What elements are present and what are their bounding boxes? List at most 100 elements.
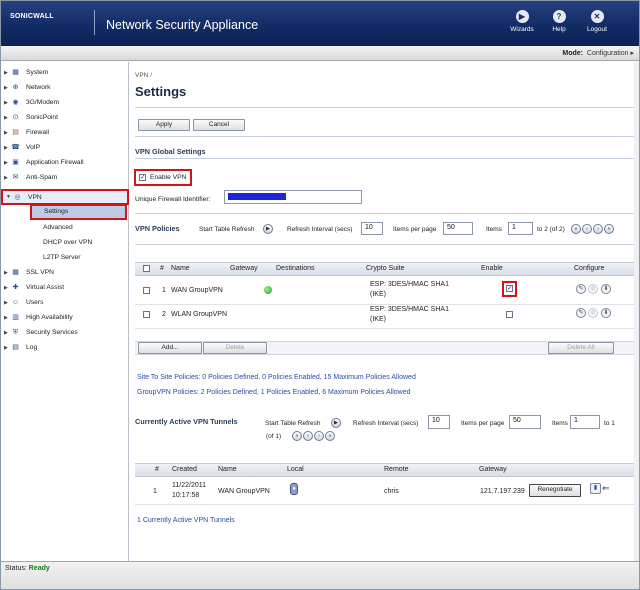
sidebar-item-voip[interactable]: ▶ ☎ VoIP [1, 140, 129, 155]
add-policy-button[interactable]: Add... [138, 342, 202, 354]
refresh-interval-label: Refresh Interval (secs) [353, 420, 419, 427]
enable-vpn-label: Enable VPN [150, 174, 187, 181]
high-availability-icon: ▥ [12, 314, 19, 321]
export-icon[interactable]: ⬇ [601, 284, 611, 294]
edit-icon[interactable]: ✎ [576, 284, 586, 294]
export-icon[interactable]: ⬇ [601, 308, 611, 318]
sidebar-item-log[interactable]: ▶ ▤ Log [1, 340, 129, 355]
policy-enable-checkbox[interactable] [506, 311, 513, 318]
sidebar-item-vpn-advanced[interactable]: Advanced [1, 220, 129, 235]
apply-button[interactable]: Apply [138, 119, 190, 131]
sidebar-item-firewall[interactable]: ▶ ▤ Firewall [1, 125, 129, 140]
select-all-checkbox[interactable] [143, 265, 150, 272]
divider [135, 244, 638, 245]
vertical-scrollbar[interactable] [634, 62, 639, 561]
sidebar-item-network[interactable]: ▶ ⊕ Network [1, 80, 129, 95]
row-divider [135, 304, 638, 305]
tunnel-created-time: 10:17:58 [172, 492, 200, 499]
sidebar-item-ssl-vpn[interactable]: ▶ ▦ SSL VPN [1, 265, 129, 280]
delete-icon[interactable]: ⊘ [588, 284, 598, 294]
prev-page-icon[interactable]: ‹ [582, 224, 592, 234]
lock-icon[interactable]: ● [290, 483, 298, 495]
page-title: Settings [135, 84, 187, 99]
sidebar-item-system[interactable]: ▶ ▦ System [1, 65, 129, 80]
crypto-suite-ike: (IKE) [370, 291, 386, 298]
tunnel-remote: chris [384, 488, 399, 495]
firewall-icon: ▤ [12, 129, 19, 136]
delete-icon[interactable]: ⊘ [588, 308, 598, 318]
sonicwall-logo: SONICWALL [10, 13, 54, 20]
active-tunnels-count: 1 Currently Active VPN Tunnels [137, 517, 235, 524]
next-page-icon[interactable]: › [314, 431, 324, 441]
refresh-interval-field[interactable]: 10 [361, 222, 383, 235]
groupvpn-summary: GroupVPN Policies: 2 Policies Defined, 1… [137, 389, 411, 396]
refresh-play-icon[interactable]: ▶ [263, 224, 273, 234]
refresh-interval-field[interactable]: 10 [428, 415, 450, 429]
page-of-label: (of 1) [266, 433, 282, 440]
col-enable: Enable [481, 265, 503, 272]
tunnel-number: 1 [153, 488, 157, 495]
disconnect-icon[interactable]: ⇐ [602, 483, 614, 494]
items-from-field[interactable]: 1 [508, 222, 533, 235]
logout-button[interactable]: ✕ Logout [582, 10, 612, 33]
sidebar-item-vpn-settings[interactable]: Settings [30, 204, 127, 220]
site-to-site-summary: Site To Site Policies: 0 Policies Define… [137, 374, 416, 381]
items-from-field[interactable]: 1 [570, 415, 600, 429]
items-per-page-field[interactable]: 50 [509, 415, 541, 429]
prev-page-icon[interactable]: ‹ [303, 431, 313, 441]
active-tunnels-heading: Currently Active VPN Tunnels [135, 417, 238, 426]
sidebar-item-anti-spam[interactable]: ▶ ✉ Anti-Spam [1, 170, 129, 185]
mode-bar: Mode: Configuration ▸ [1, 46, 639, 61]
sidebar-item-sonicpoint[interactable]: ▶ ⊙ SonicPoint [1, 110, 129, 125]
edit-icon[interactable]: ✎ [576, 308, 586, 318]
start-table-refresh-label: Start Table Refresh [199, 226, 255, 233]
sidebar-item-virtual-assist[interactable]: ▶ ✚ Virtual Assist [1, 280, 129, 295]
sidebar-item-users[interactable]: ▶ ☺ Users [1, 295, 129, 310]
first-page-icon[interactable]: « [571, 224, 581, 234]
items-per-page-field[interactable]: 50 [443, 222, 473, 235]
refresh-play-icon[interactable]: ▶ [331, 418, 341, 428]
col-crypto-suite: Crypto Suite [366, 265, 405, 272]
redacted-value [228, 193, 286, 200]
next-page-icon[interactable]: › [593, 224, 603, 234]
help-button[interactable]: ? Help [544, 10, 574, 33]
divider [135, 158, 638, 159]
unique-firewall-id-field[interactable] [224, 190, 362, 204]
top-header: SONICWALL Network Security Appliance ▶ Wi… [1, 1, 639, 46]
network-icon: ⊕ [12, 84, 19, 91]
security-services-icon: ⛨ [12, 329, 19, 336]
col-created: Created [172, 466, 197, 473]
logout-icon: ✕ [590, 10, 604, 23]
mode-toggle[interactable]: Configuration ▸ [587, 50, 634, 57]
enable-vpn-checkbox[interactable]: ✓ [139, 174, 146, 181]
breadcrumb[interactable]: VPN / [135, 72, 152, 79]
items-range: to 2 (of 2) [537, 226, 565, 233]
sidebar-item-3g-modem[interactable]: ▶ ◉ 3G/Modem [1, 95, 129, 110]
header-divider [94, 10, 95, 35]
sidebar-item-dhcp-over-vpn[interactable]: DHCP over VPN [1, 235, 129, 250]
last-page-icon[interactable]: » [325, 431, 335, 441]
col-name: Name [171, 265, 190, 272]
sidebar-item-high-availability[interactable]: ▶ ▥ High Availability [1, 310, 129, 325]
col-configure: Configure [574, 265, 605, 272]
last-page-icon[interactable]: » [604, 224, 614, 234]
system-icon: ▦ [12, 69, 19, 76]
row-select-checkbox[interactable] [143, 311, 150, 318]
status-value: Ready [28, 565, 50, 572]
sidebar-item-vpn[interactable]: ▼ ◎ VPN [1, 189, 129, 205]
wizards-button[interactable]: ▶ Wizards [507, 10, 537, 33]
statistics-icon[interactable]: ▮ [590, 483, 601, 494]
delete-policy-button[interactable]: Delete [203, 342, 267, 354]
delete-all-button[interactable]: Delete All [548, 342, 614, 354]
sidebar-item-l2tp-server[interactable]: L2TP Server [1, 250, 129, 265]
sidebar-item-security-services[interactable]: ▶ ⛨ Security Services [1, 325, 129, 340]
col-remote: Remote [384, 466, 409, 473]
items-label: Items [552, 420, 568, 427]
renegotiate-button[interactable]: Renegotiate [529, 484, 581, 497]
row-select-checkbox[interactable] [143, 287, 150, 294]
sidebar-item-application-firewall[interactable]: ▶ ▣ Application Firewall [1, 155, 129, 170]
first-page-icon[interactable]: « [292, 431, 302, 441]
cancel-button[interactable]: Cancel [193, 119, 245, 131]
policy-enable-checkbox[interactable]: ✓ [506, 285, 513, 292]
row-divider [135, 504, 638, 505]
